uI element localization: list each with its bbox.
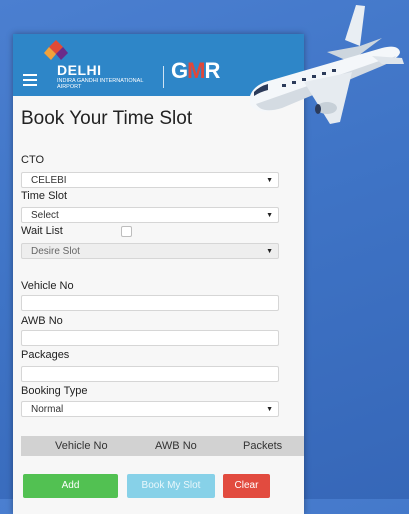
page-title: Book Your Time Slot <box>21 108 193 129</box>
gmr-letter-m: M <box>187 58 205 83</box>
packages-label: Packages <box>21 349 70 361</box>
desire-slot-select-value: Desire Slot <box>31 246 80 257</box>
gmr-letter-r: R <box>204 58 220 83</box>
wait-list-checkbox[interactable] <box>121 226 132 237</box>
time-slot-select[interactable]: Select ▼ <box>21 207 279 223</box>
cto-select-value: CELEBI <box>31 175 67 186</box>
gmr-logo: GMR <box>171 58 220 84</box>
packages-input[interactable] <box>21 366 279 382</box>
time-slot-label: Time Slot <box>21 190 68 202</box>
chevron-down-icon: ▼ <box>266 406 273 413</box>
column-header-awb-no: AWB No <box>155 440 197 452</box>
time-slot-select-value: Select <box>31 210 59 221</box>
logo-city-text: DELHI <box>57 62 102 78</box>
column-header-packets: Packets <box>243 440 283 452</box>
booking-type-label: Booking Type <box>21 385 88 397</box>
logo-subtitle: INDIRA GANDHI INTERNATIONAL AIRPORT <box>57 78 144 90</box>
delhi-airport-logo-icon <box>44 40 68 60</box>
awb-no-label: AWB No <box>21 315 63 327</box>
vehicle-no-label: Vehicle No <box>21 280 74 292</box>
cto-label: CTO <box>21 154 45 166</box>
logo-divider <box>163 66 164 88</box>
book-my-slot-button[interactable]: Book My Slot <box>127 474 215 498</box>
booking-type-select[interactable]: Normal ▼ <box>21 401 279 417</box>
gmr-letter-g: G <box>171 58 188 83</box>
vehicle-no-input[interactable] <box>21 295 279 311</box>
chevron-down-icon: ▼ <box>266 212 273 219</box>
desire-slot-select[interactable]: Desire Slot ▼ <box>21 243 279 259</box>
wait-list-label: Wait List <box>21 225 63 237</box>
chevron-down-icon: ▼ <box>266 248 273 255</box>
column-header-vehicle-no: Vehicle No <box>55 440 108 452</box>
table-header: Vehicle No AWB No Packets <box>21 436 304 456</box>
awb-no-input[interactable] <box>21 330 279 346</box>
menu-icon[interactable] <box>23 74 37 89</box>
chevron-down-icon: ▼ <box>266 177 273 184</box>
cto-select[interactable]: CELEBI ▼ <box>21 172 279 188</box>
clear-button[interactable]: Clear <box>223 474 270 498</box>
booking-type-select-value: Normal <box>31 404 64 415</box>
airplane-icon <box>250 5 404 124</box>
add-button[interactable]: Add <box>23 474 118 498</box>
